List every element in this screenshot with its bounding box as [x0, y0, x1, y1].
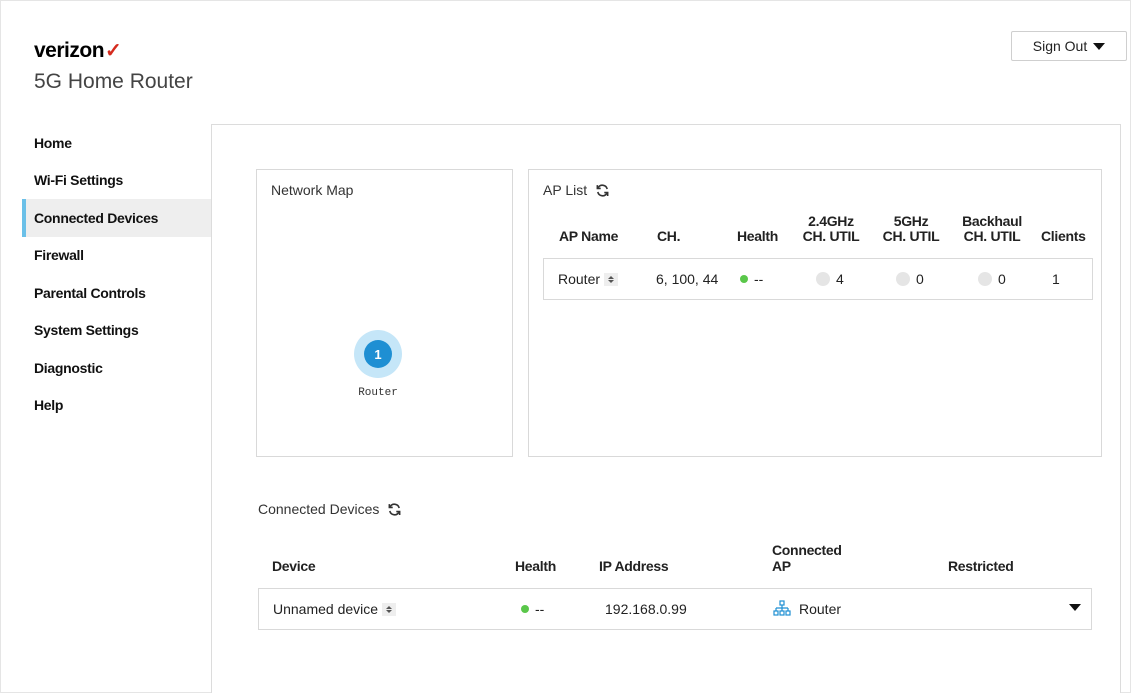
- ap-24ghz-util-cell: 4: [816, 259, 844, 299]
- network-map-title: Network Map: [271, 182, 354, 198]
- col-device: Device: [272, 558, 316, 574]
- table-row[interactable]: Unnamed device -- 192.168.0.99 Router: [258, 588, 1092, 630]
- sidebar-item-connected-devices[interactable]: Connected Devices: [22, 199, 212, 237]
- sidebar-item-label: System Settings: [34, 322, 139, 339]
- sidebar-item-wifi-settings[interactable]: Wi-Fi Settings: [22, 162, 212, 200]
- sidebar-item-label: Wi-Fi Settings: [34, 172, 124, 189]
- sidebar-item-label: Parental Controls: [34, 284, 146, 301]
- ap-name-value: Router: [558, 271, 601, 287]
- sign-out-label: Sign Out: [1032, 38, 1088, 54]
- ap-5ghz-util-value: 0: [916, 271, 924, 287]
- product-name: 5G Home Router: [34, 70, 193, 93]
- sidebar-nav: Home Wi-Fi Settings Connected Devices Fi…: [22, 124, 212, 424]
- col-connected-ap-line2: AP: [772, 558, 791, 574]
- connected-devices-title: Connected Devices: [258, 501, 380, 517]
- ap-health-cell: --: [740, 259, 763, 299]
- col-clients: Clients: [1041, 228, 1086, 244]
- logo-check: ✓: [105, 40, 122, 62]
- ap-list-header: AP Name CH. Health 2.4GHz CH. UTIL 5GHz …: [529, 204, 1103, 244]
- utilization-gauge-icon: [816, 272, 830, 286]
- col-backhaul-util: Backhaul CH. UTIL: [959, 214, 1025, 244]
- sidebar-item-help[interactable]: Help: [22, 387, 212, 425]
- ap-list-heading: AP List: [543, 182, 610, 198]
- col-channel: CH.: [657, 228, 681, 244]
- col-24ghz-util-line1: 2.4GHz: [808, 213, 854, 229]
- ap-channel-cell: 6, 100, 44: [656, 271, 719, 287]
- device-connected-ap-cell: Router: [773, 589, 841, 629]
- ap-backhaul-util-cell: 0: [978, 259, 1006, 299]
- refresh-icon[interactable]: [387, 502, 402, 517]
- expand-row-chevron-icon[interactable]: [1069, 604, 1081, 611]
- device-name-value: Unnamed device: [273, 601, 379, 617]
- col-restricted: Restricted: [948, 558, 1014, 574]
- device-name-cell: Unnamed device: [273, 589, 397, 629]
- main-content: Network Map 1 Router AP List AP Name CH.: [211, 124, 1121, 693]
- health-status-icon: [740, 275, 748, 283]
- app-window: verizon✓ 5G Home Router Sign Out Home Wi…: [0, 0, 1131, 693]
- device-connected-ap-value: Router: [799, 601, 842, 617]
- sidebar-item-home[interactable]: Home: [22, 124, 212, 162]
- col-5ghz-util-line1: 5GHz: [893, 213, 929, 229]
- logo-text: verizon: [34, 39, 105, 62]
- ap-list-panel: AP List AP Name CH. Health 2.4GHz CH. UT…: [528, 169, 1102, 457]
- sign-out-button[interactable]: Sign Out: [1011, 31, 1127, 61]
- router-node-badge: 1: [364, 340, 392, 368]
- sidebar-item-label: Help: [34, 397, 64, 414]
- sidebar-item-firewall[interactable]: Firewall: [22, 237, 212, 275]
- utilization-gauge-icon: [978, 272, 992, 286]
- col-5ghz-util: 5GHz CH. UTIL: [879, 214, 943, 244]
- col-health: Health: [737, 228, 778, 244]
- network-topology-icon: [773, 600, 791, 616]
- connected-devices-heading: Connected Devices: [258, 501, 402, 517]
- connected-devices-header: Device Health IP Address Connected AP Re…: [258, 534, 1098, 574]
- utilization-gauge-icon: [896, 272, 910, 286]
- sidebar-item-label: Firewall: [34, 247, 84, 264]
- health-status-icon: [521, 605, 529, 613]
- ap-name-cell: Router: [558, 259, 619, 299]
- col-backhaul-util-line2: CH. UTIL: [963, 228, 1021, 244]
- ap-list-title: AP List: [543, 182, 588, 198]
- sidebar-item-label: Connected Devices: [34, 209, 159, 226]
- ap-health-value: --: [754, 271, 764, 287]
- refresh-icon[interactable]: [595, 183, 610, 198]
- ap-24ghz-util-value: 4: [836, 271, 844, 287]
- col-24ghz-util: 2.4GHz CH. UTIL: [799, 214, 863, 244]
- sidebar-item-system-settings[interactable]: System Settings: [22, 312, 212, 350]
- device-health-cell: --: [521, 589, 544, 629]
- sidebar-item-parental-controls[interactable]: Parental Controls: [22, 274, 212, 312]
- network-map-panel: Network Map 1 Router: [256, 169, 513, 457]
- col-backhaul-util-line1: Backhaul: [962, 213, 1022, 229]
- ap-clients-cell: 1: [1052, 271, 1060, 287]
- table-row[interactable]: Router 6, 100, 44 -- 4 0 0 1: [543, 258, 1093, 300]
- col-device-health: Health: [515, 558, 556, 574]
- device-health-value: --: [535, 601, 545, 617]
- sidebar-item-diagnostic[interactable]: Diagnostic: [22, 349, 212, 387]
- col-24ghz-util-line2: CH. UTIL: [802, 228, 860, 244]
- ap-backhaul-util-value: 0: [998, 271, 1006, 287]
- router-node-label: Router: [358, 387, 398, 399]
- sidebar-item-label: Diagnostic: [34, 359, 103, 376]
- sort-icon[interactable]: [382, 602, 397, 616]
- col-ip-address: IP Address: [599, 558, 669, 574]
- ap-5ghz-util-cell: 0: [896, 259, 924, 299]
- router-node[interactable]: 1: [354, 330, 402, 378]
- col-connected-ap: Connected AP: [772, 542, 842, 574]
- col-connected-ap-line1: Connected: [772, 542, 842, 558]
- chevron-down-icon: [1093, 42, 1106, 50]
- sidebar-item-label: Home: [34, 134, 72, 151]
- col-ap-name: AP Name: [559, 228, 619, 244]
- sort-icon[interactable]: [604, 272, 619, 286]
- col-5ghz-util-line2: CH. UTIL: [882, 228, 940, 244]
- verizon-logo: verizon✓: [34, 38, 122, 63]
- device-ip-cell: 192.168.0.99: [605, 601, 687, 617]
